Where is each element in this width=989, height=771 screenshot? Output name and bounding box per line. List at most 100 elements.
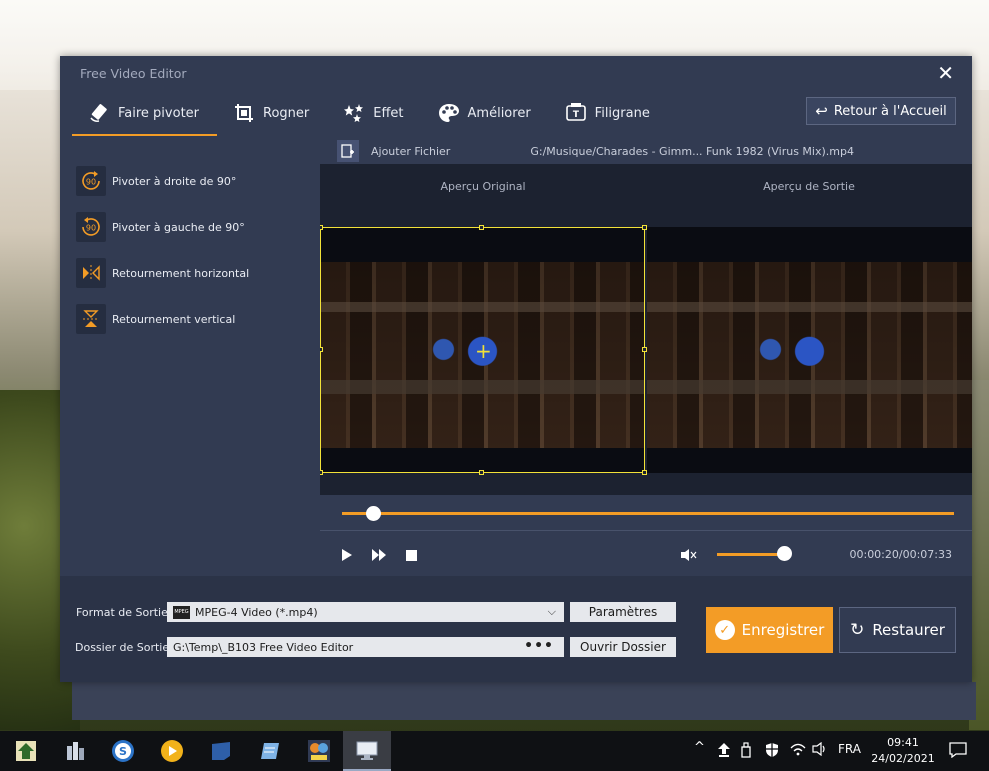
- play-button[interactable]: [338, 546, 356, 564]
- original-preview-label: Aperçu Original: [440, 180, 526, 193]
- wifi-icon[interactable]: [790, 742, 806, 760]
- timeline-slider[interactable]: [342, 505, 954, 521]
- stop-button[interactable]: [402, 546, 420, 564]
- clock-date: 24/02/2021: [871, 752, 935, 765]
- flip-vertical-icon: [76, 304, 106, 334]
- chevron-up-icon[interactable]: ^: [694, 740, 705, 755]
- sticky-note-icon[interactable]: [206, 736, 236, 766]
- flip-horizontal-button[interactable]: Retournement horizontal: [60, 250, 318, 296]
- tab-label: Filigrane: [594, 105, 650, 121]
- watermark-icon: T: [565, 102, 587, 124]
- media-player-icon[interactable]: [157, 736, 187, 766]
- file-bar: Ajouter Fichier G:/Musique/Charades - Gi…: [336, 138, 972, 164]
- tab-bar: Faire pivoter Rogner Effet Améliorer T F…: [60, 90, 972, 136]
- output-folder-field[interactable]: G:\Temp\_B103 Free Video Editor •••: [167, 637, 564, 657]
- save-button[interactable]: ✓ Enregistrer: [706, 607, 833, 653]
- security-shield-icon[interactable]: [764, 742, 780, 762]
- output-format-value: MPEG-4 Video (*.mp4): [195, 605, 318, 619]
- crop-handle-left[interactable]: [320, 347, 323, 352]
- parameters-button[interactable]: Paramètres: [570, 602, 676, 622]
- tab-label: Rogner: [263, 105, 310, 121]
- tab-enhance[interactable]: Améliorer: [422, 90, 549, 136]
- crop-handle-right[interactable]: [642, 347, 647, 352]
- tab-label: Améliorer: [467, 105, 531, 121]
- tab-effect[interactable]: Effet: [327, 90, 421, 136]
- volume-knob[interactable]: [776, 546, 792, 561]
- browse-dots-icon[interactable]: •••: [524, 638, 554, 654]
- upload-icon[interactable]: [717, 742, 731, 762]
- svg-text:90: 90: [86, 178, 96, 187]
- flip-vertical-button[interactable]: Retournement vertical: [60, 296, 318, 342]
- rotate-left-90-button[interactable]: 90 Pivoter à gauche de 90°: [60, 204, 318, 250]
- sync-app-icon[interactable]: S: [108, 736, 138, 766]
- home-icon[interactable]: [11, 736, 41, 766]
- timeline-knob[interactable]: [365, 506, 381, 521]
- flip-horizontal-label: Retournement horizontal: [112, 266, 250, 280]
- notepad-icon[interactable]: [255, 736, 285, 766]
- crop-handle-tr[interactable]: [642, 225, 647, 230]
- rotate-right-90-button[interactable]: 90 Pivoter à droite de 90°: [60, 158, 318, 204]
- rotate-left-label: Pivoter à gauche de 90°: [112, 220, 245, 234]
- fast-forward-button[interactable]: [370, 546, 388, 564]
- checkmark-icon: ✓: [714, 620, 735, 640]
- active-task-highlight[interactable]: [343, 731, 391, 771]
- crop-handle-top[interactable]: [479, 225, 484, 230]
- tab-rotate[interactable]: Faire pivoter: [72, 90, 218, 136]
- divider: [320, 530, 972, 531]
- flip-vertical-label: Retournement vertical: [112, 312, 236, 326]
- svg-text:S: S: [119, 745, 127, 758]
- app-window: Free Video Editor ✕ Faire pivoter Rogner…: [60, 56, 972, 682]
- add-file-button[interactable]: Ajouter Fichier: [371, 145, 450, 158]
- crop-handle-bottom[interactable]: [479, 470, 484, 475]
- speaker-icon[interactable]: [812, 741, 828, 760]
- output-settings-panel: Format de Sortie: MPEG MPEG-4 Video (*.m…: [60, 576, 972, 682]
- display-settings-icon[interactable]: [352, 736, 382, 766]
- flip-horizontal-icon: [76, 258, 106, 288]
- output-folder-label: Dossier de Sortie:: [75, 641, 173, 654]
- crop-handle-bl[interactable]: [320, 470, 323, 475]
- output-format-label: Format de Sortie:: [76, 606, 172, 619]
- building-app-icon[interactable]: [60, 736, 90, 766]
- output-folder-value: G:\Temp\_B103 Free Video Editor: [173, 640, 354, 654]
- tab-watermark[interactable]: T Filigrane: [549, 90, 668, 136]
- restore-button-label: Restaurer: [872, 621, 945, 639]
- volume-icon[interactable]: [680, 546, 698, 564]
- crop-handle-tl[interactable]: [320, 225, 323, 230]
- close-icon[interactable]: ✕: [937, 63, 954, 83]
- back-button-label: Retour à l'Accueil: [833, 103, 947, 119]
- input-language[interactable]: FRA: [838, 742, 861, 756]
- crop-handle-br[interactable]: [642, 470, 647, 475]
- rotate-right-label: Pivoter à droite de 90°: [112, 174, 237, 188]
- svg-text:90: 90: [86, 224, 96, 233]
- system-clock[interactable]: 09:41 24/02/2021: [868, 735, 938, 767]
- tab-crop[interactable]: Rogner: [217, 90, 327, 136]
- taskbar: S ^ FRA 09:41 24/02/2021: [0, 731, 989, 771]
- rotate-right-icon: 90: [76, 166, 106, 196]
- video-editor-app-icon[interactable]: [304, 736, 334, 766]
- restore-button[interactable]: ↻ Restaurer: [839, 607, 956, 653]
- timeline-track[interactable]: [342, 512, 954, 515]
- add-file-icon[interactable]: [337, 140, 359, 162]
- rotate-left-icon: 90: [76, 212, 106, 242]
- output-video-image: [647, 262, 972, 448]
- usb-drive-icon[interactable]: [741, 742, 751, 762]
- crop-frame[interactable]: +: [320, 225, 647, 475]
- file-path: G:/Musique/Charades - Gimm... Funk 1982 …: [530, 144, 854, 158]
- crosshair-icon: +: [475, 339, 492, 363]
- output-preview-label: Aperçu de Sortie: [763, 180, 855, 193]
- chevron-down-icon: ⌵: [547, 605, 556, 618]
- mpeg-format-icon: MPEG: [173, 605, 190, 619]
- effect-stars-icon: [343, 102, 365, 124]
- output-format-select[interactable]: MPEG MPEG-4 Video (*.mp4) ⌵: [167, 602, 564, 622]
- app-title: Free Video Editor: [80, 65, 187, 81]
- return-arrow-icon: ↩: [815, 102, 828, 120]
- clock-time: 09:41: [887, 736, 919, 749]
- desktop-wallpaper-edge: [969, 380, 989, 730]
- rotate-options-panel: 90 Pivoter à droite de 90° 90 Pivoter à …: [60, 136, 318, 576]
- tab-label: Effet: [373, 105, 404, 121]
- svg-text:T: T: [573, 110, 580, 120]
- open-folder-button[interactable]: Ouvrir Dossier: [570, 637, 676, 657]
- notifications-icon[interactable]: [949, 742, 967, 762]
- back-to-home-button[interactable]: ↩ Retour à l'Accueil: [806, 97, 956, 125]
- player-controls: 00:00:20/00:07:33: [336, 544, 972, 566]
